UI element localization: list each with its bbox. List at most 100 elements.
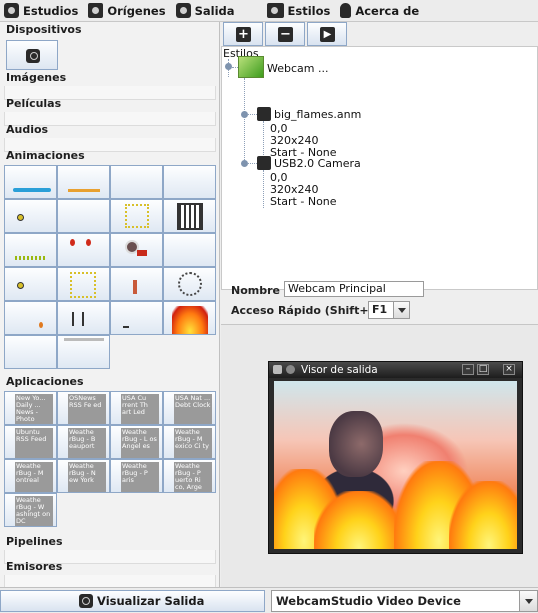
video-output bbox=[274, 381, 517, 549]
output-device-select[interactable]: WebcamStudio Video Device bbox=[271, 590, 538, 612]
webcam-icon bbox=[257, 156, 271, 170]
menu-estilos-label: Estilos bbox=[287, 3, 331, 18]
tree-child-name[interactable]: USB2.0 Camera bbox=[274, 157, 361, 170]
animation-tile[interactable] bbox=[57, 233, 110, 267]
animation-tile[interactable] bbox=[57, 335, 110, 369]
animation-tile[interactable] bbox=[57, 199, 110, 233]
application-tile[interactable]: Weathe rBug - W ashingt on DC bbox=[4, 493, 57, 527]
animation-tile[interactable] bbox=[57, 267, 110, 301]
minimize-icon[interactable]: – bbox=[462, 364, 474, 375]
menu-acerca[interactable]: Acerca de bbox=[336, 0, 425, 22]
styles-tree[interactable]: Estilos Webcam ... big_flames.anm 0,0 32… bbox=[221, 46, 538, 290]
application-tile[interactable]: USA Cu rrent Th art Led bbox=[110, 391, 163, 425]
animation-tile[interactable] bbox=[163, 233, 216, 267]
close-icon[interactable]: × bbox=[503, 364, 515, 375]
application-tile[interactable]: Weathe rBug - N ew York bbox=[57, 459, 110, 493]
menu-estudios[interactable]: Estudios bbox=[0, 0, 84, 22]
menu-origenes[interactable]: Orígenes bbox=[84, 0, 171, 22]
application-tile[interactable]: Ubuntu RSS Feed bbox=[4, 425, 57, 459]
output-device-value: WebcamStudio Video Device bbox=[276, 594, 461, 608]
animation-tile[interactable] bbox=[163, 301, 216, 335]
tree-line bbox=[244, 78, 245, 160]
animation-tile[interactable] bbox=[163, 267, 216, 301]
animation-tile[interactable] bbox=[163, 199, 216, 233]
application-tile[interactable]: USA Nat ... Debt Clock bbox=[163, 391, 216, 425]
animation-tile[interactable] bbox=[110, 267, 163, 301]
chevron-down-icon[interactable] bbox=[519, 591, 537, 611]
viewer-titlebar[interactable]: Visor de salida – □ × bbox=[269, 362, 522, 378]
menu-salida-label: Salida bbox=[194, 3, 235, 18]
section-dispositivos[interactable]: Dispositivos bbox=[2, 22, 218, 38]
animation-tile[interactable] bbox=[110, 233, 163, 267]
section-emisores[interactable]: Emisores bbox=[2, 559, 218, 575]
toolbox-icon bbox=[266, 3, 284, 18]
add-style-button[interactable]: + bbox=[223, 22, 263, 46]
maximize-icon[interactable]: □ bbox=[477, 364, 489, 375]
minus-icon: − bbox=[278, 27, 293, 42]
menu-bar: Estudios Orígenes Salida Estilos Acerca … bbox=[0, 0, 538, 22]
visualizar-salida-label: Visualizar Salida bbox=[97, 594, 205, 608]
styles-panel: + − ▶ Estilos Webcam ... big_flames.anm … bbox=[221, 22, 538, 587]
flame bbox=[449, 481, 517, 549]
menu-estudios-label: Estudios bbox=[23, 3, 79, 18]
application-tile[interactable]: New Yo... Daily ... News - Photo bbox=[4, 391, 57, 425]
application-tile[interactable]: Weathe rBug - L os Angel es bbox=[110, 425, 163, 459]
tree-child-name[interactable]: big_flames.anm bbox=[274, 108, 361, 121]
application-tile[interactable]: Weathe rBug - P uerto Ri co, Arge bbox=[163, 459, 216, 493]
application-tile[interactable]: Weathe rBug - P aris bbox=[110, 459, 163, 493]
device-usb-camera-button[interactable] bbox=[6, 40, 58, 70]
section-animaciones[interactable]: Animaciones bbox=[2, 148, 218, 164]
plus-icon: + bbox=[236, 27, 251, 42]
animations-grid bbox=[4, 165, 216, 369]
pin-icon[interactable] bbox=[286, 365, 295, 374]
application-tile[interactable]: Weathe rBug - M ontreal bbox=[4, 459, 57, 493]
animation-icon bbox=[257, 107, 271, 121]
section-peliculas[interactable]: Películas bbox=[2, 96, 218, 112]
application-label: Weathe rBug - P aris bbox=[121, 462, 159, 492]
animation-tile[interactable] bbox=[163, 165, 216, 199]
sources-sidebar: Dispositivos Imágenes Películas Audios A… bbox=[0, 22, 220, 587]
animation-tile[interactable] bbox=[110, 165, 163, 199]
tree-source[interactable]: Webcam ... bbox=[267, 62, 328, 75]
animation-tile[interactable] bbox=[4, 199, 57, 233]
animation-tile[interactable] bbox=[110, 301, 163, 335]
animation-tile[interactable] bbox=[4, 165, 57, 199]
application-label: OSNews RSS Fe ed bbox=[68, 394, 106, 424]
webcam-icon bbox=[79, 594, 93, 608]
remove-style-button[interactable]: − bbox=[265, 22, 305, 46]
application-tile[interactable]: Weathe rBug - B eauport bbox=[57, 425, 110, 459]
visualizar-salida-button[interactable]: Visualizar Salida bbox=[0, 590, 265, 612]
play-icon: ▶ bbox=[320, 27, 335, 42]
application-tile[interactable]: Weathe rBug - M exico Ci ty bbox=[163, 425, 216, 459]
output-viewer-window[interactable]: Visor de salida – □ × bbox=[268, 361, 523, 554]
nombre-field[interactable]: Webcam Principal bbox=[284, 281, 424, 297]
application-label: USA Nat ... Debt Clock bbox=[174, 394, 212, 424]
section-pipelines[interactable]: Pipelines bbox=[2, 534, 218, 550]
nombre-label: Nombre bbox=[231, 284, 280, 297]
animation-tile[interactable] bbox=[110, 199, 163, 233]
acceso-rapido-value: F1 bbox=[372, 303, 388, 316]
section-imagenes[interactable]: Imágenes bbox=[2, 70, 218, 86]
application-tile[interactable]: OSNews RSS Fe ed bbox=[57, 391, 110, 425]
application-label: Weathe rBug - M exico Ci ty bbox=[174, 428, 212, 458]
animation-tile[interactable] bbox=[4, 335, 57, 369]
animation-tile[interactable] bbox=[4, 301, 57, 335]
divider bbox=[4, 575, 216, 587]
section-audios[interactable]: Audios bbox=[2, 122, 218, 138]
tree-line bbox=[247, 114, 257, 115]
application-label: Weathe rBug - B eauport bbox=[68, 428, 106, 458]
menu-estilos[interactable]: Estilos bbox=[263, 0, 337, 22]
section-aplicaciones[interactable]: Aplicaciones bbox=[2, 374, 218, 390]
chevron-down-icon[interactable] bbox=[393, 302, 409, 318]
play-style-button[interactable]: ▶ bbox=[307, 22, 347, 46]
animation-tile[interactable] bbox=[57, 301, 110, 335]
acceso-rapido-select[interactable]: F1 bbox=[368, 301, 410, 319]
menu-salida[interactable]: Salida bbox=[172, 0, 241, 22]
animation-tile[interactable] bbox=[57, 165, 110, 199]
person-icon bbox=[340, 3, 352, 18]
animation-tile[interactable] bbox=[4, 233, 57, 267]
animation-tile[interactable] bbox=[4, 267, 57, 301]
tree-toggle[interactable] bbox=[225, 63, 232, 70]
menu-acerca-label: Acerca de bbox=[355, 3, 420, 18]
window-menu-icon[interactable] bbox=[273, 365, 282, 374]
